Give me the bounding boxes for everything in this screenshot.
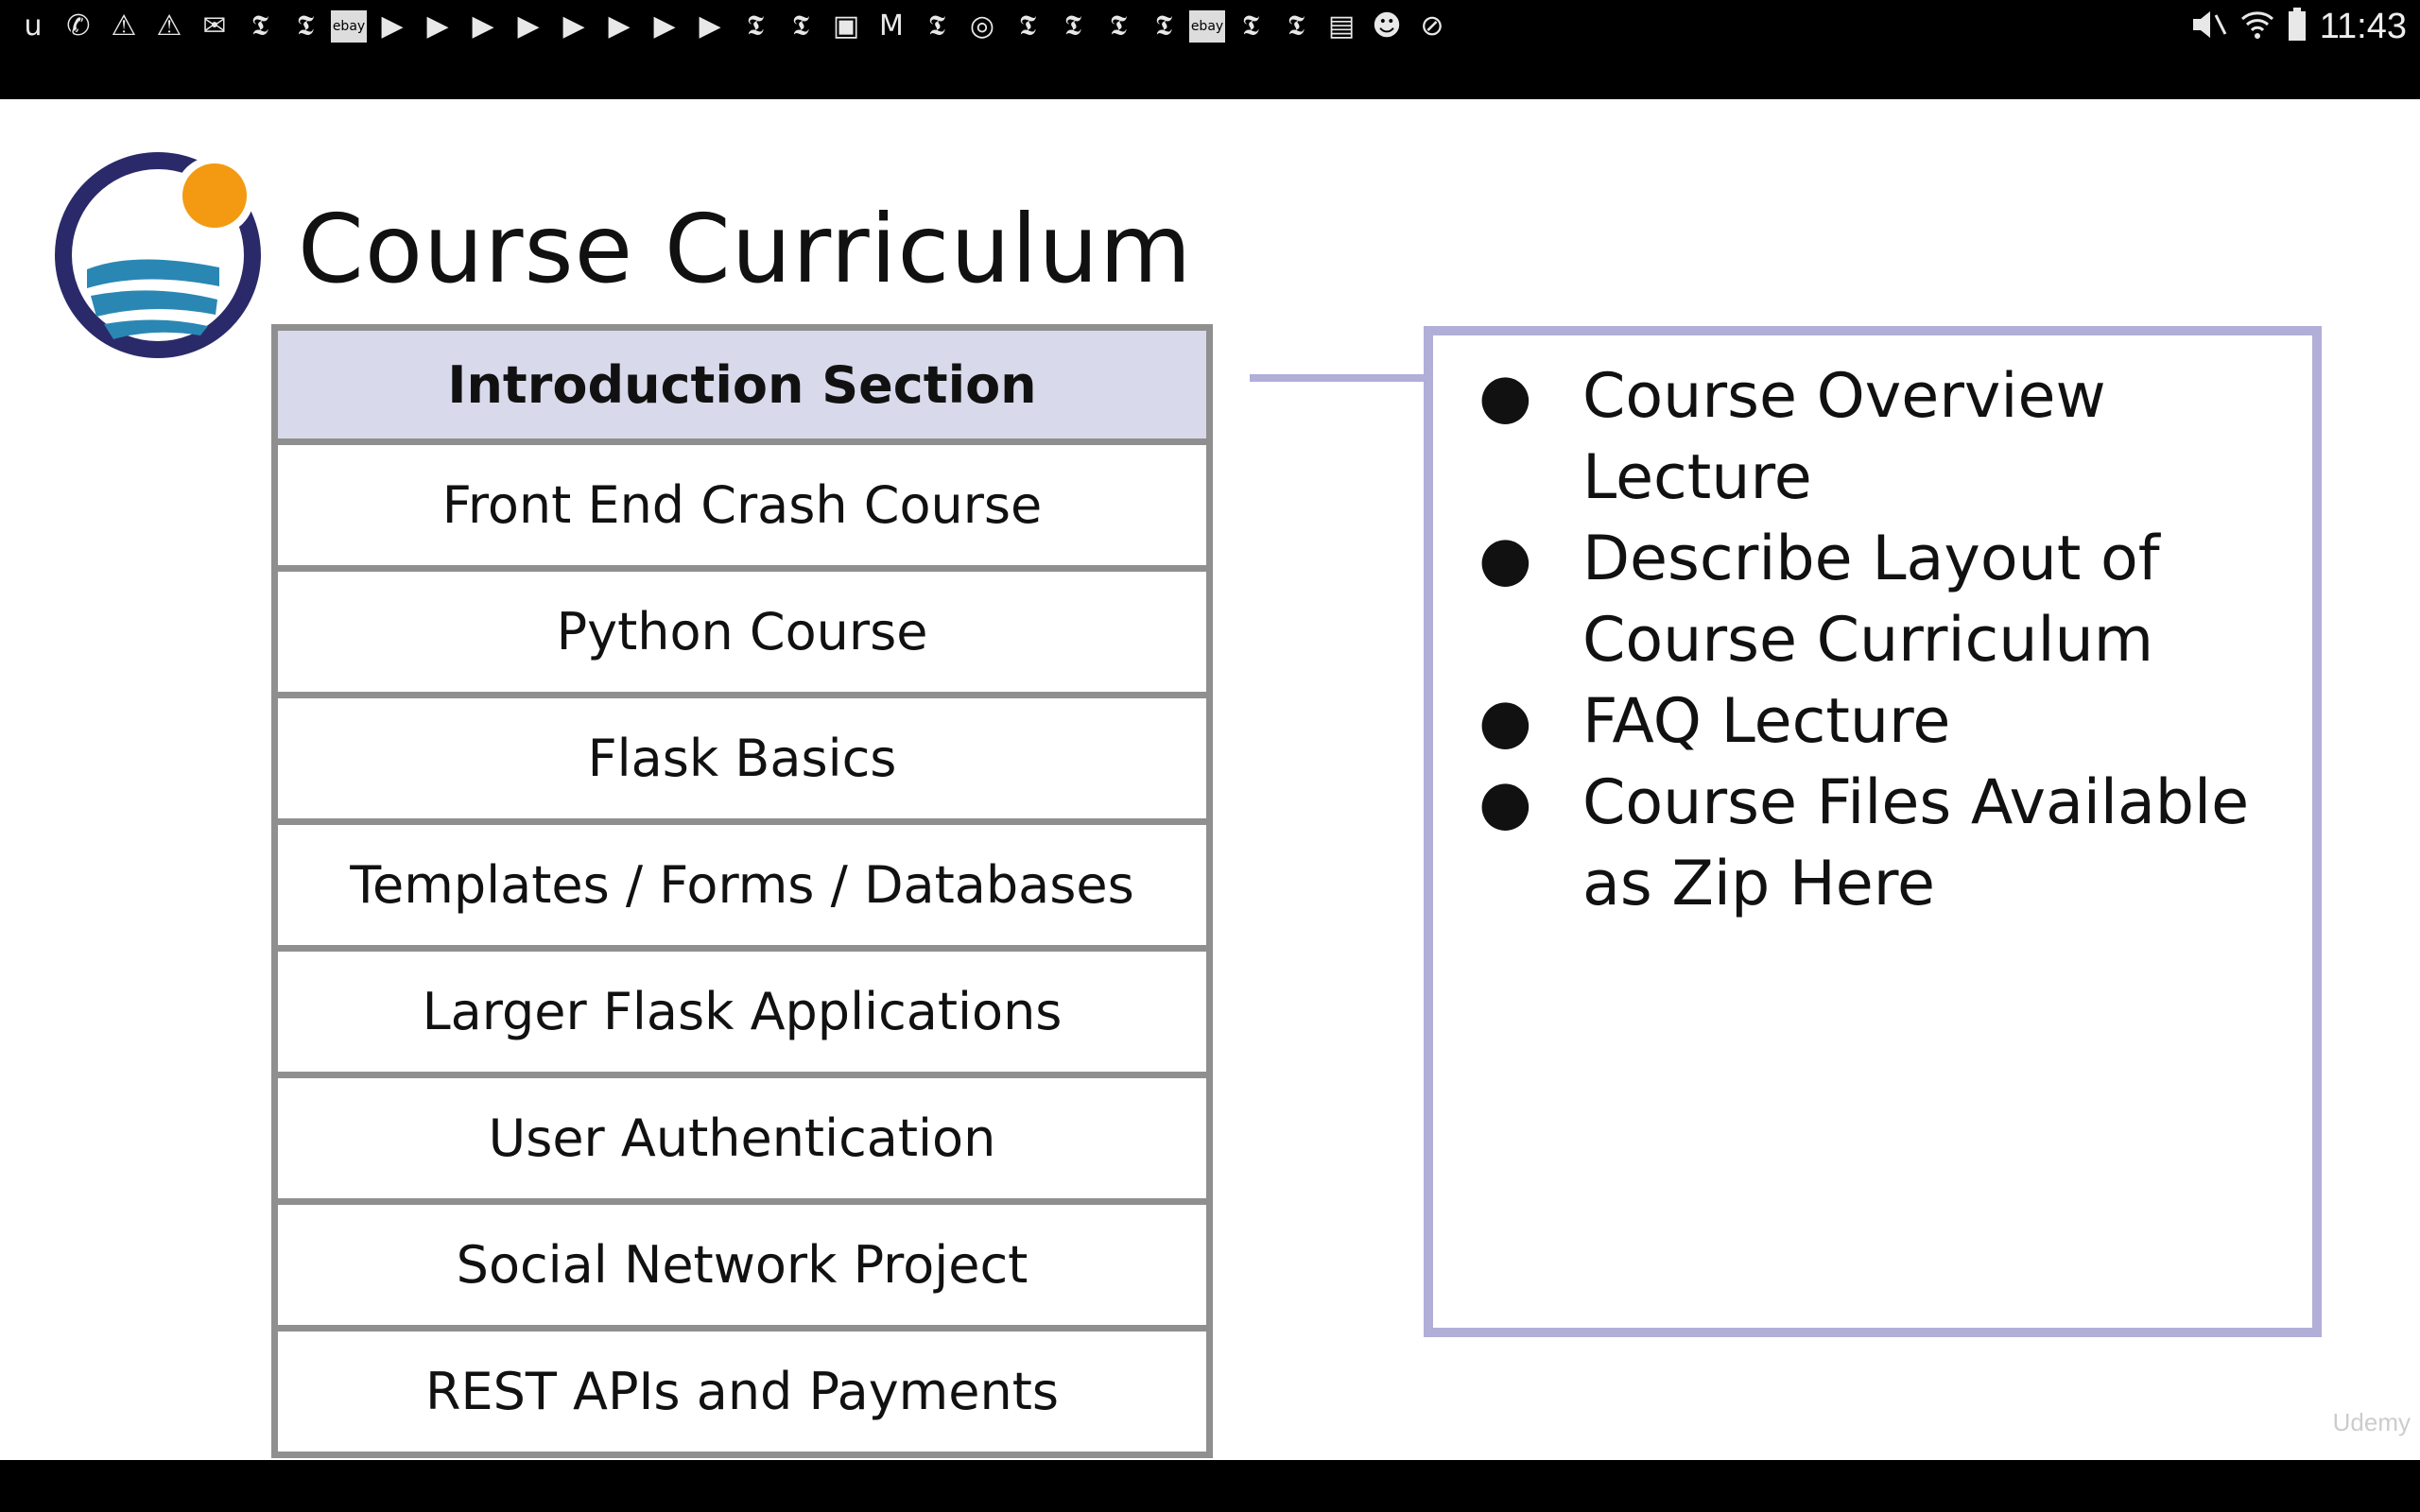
- youtube-icon: ▶: [562, 9, 585, 43]
- detail-text: Describe Layout of Course Curriculum: [1582, 524, 2160, 676]
- gmail-icon: M: [879, 9, 904, 43]
- nytimes-icon: 𝕿: [251, 9, 269, 43]
- nytimes-icon: 𝕿: [1063, 9, 1082, 43]
- youtube-icon: ▶: [381, 9, 404, 43]
- bullet-icon: ●: [1478, 524, 1532, 594]
- curriculum-row: Social Network Project: [271, 1205, 1213, 1332]
- nytimes-icon: 𝕿: [1018, 9, 1037, 43]
- battery-icon: [2288, 8, 2307, 45]
- nytimes-icon: 𝕿: [1109, 9, 1128, 43]
- page-title: Course Curriculum: [298, 194, 1193, 304]
- image-icon: ▣: [832, 9, 860, 43]
- nytimes-icon: 𝕿: [791, 9, 810, 43]
- notification-icons: u ✆ ⚠ ⚠ ✉ 𝕿 𝕿ebay ▶ ▶ ▶ ▶ ▶ ▶ ▶ ▶ 𝕿 𝕿 ▣ M 𝕿 ◎ 𝕿 𝕿 𝕿 𝕿ebay 𝕿 𝕿 ▤ ☻ ⊘: [13, 8, 1452, 45]
- detail-text: FAQ Lecture: [1582, 686, 1951, 757]
- youtube-icon: ▶: [472, 9, 494, 43]
- ebay-icon: ebay: [331, 10, 367, 43]
- status-bar: u ✆ ⚠ ⚠ ✉ 𝕿 𝕿ebay ▶ ▶ ▶ ▶ ▶ ▶ ▶ ▶ 𝕿 𝕿 ▣ M 𝕿 ◎ 𝕿 𝕿 𝕿 𝕿ebay 𝕿 𝕿 ▤ ☻ ⊘ 1…: [0, 0, 2420, 99]
- curriculum-row: REST APIs and Payments: [271, 1332, 1213, 1458]
- detail-item: ● Describe Layout of Course Curriculum: [1478, 519, 2291, 681]
- details-list: ● Course Overview Lecture ● Describe Layout…: [1478, 356, 2291, 925]
- curriculum-row: Front End Crash Course: [271, 445, 1213, 572]
- email-at-icon: ✉: [202, 9, 227, 43]
- detail-item: ● FAQ Lecture: [1478, 681, 2291, 763]
- compass-icon: ⊘: [1420, 9, 1444, 43]
- curriculum-row: Python Course: [271, 572, 1213, 698]
- bullet-icon: ●: [1478, 686, 1532, 757]
- ebay-icon: ebay: [1189, 10, 1225, 43]
- detail-text: Course Overview Lecture: [1582, 361, 2106, 513]
- nytimes-icon: 𝕿: [1154, 9, 1173, 43]
- nytimes-icon: 𝕿: [927, 9, 946, 43]
- whatsapp-icon: ✆: [66, 9, 91, 43]
- sim-card-icon: ▤: [1327, 9, 1356, 43]
- bullet-icon: ●: [1478, 767, 1532, 838]
- warning-icon: ⚠: [111, 9, 137, 43]
- section-details-box: ● Course Overview Lecture ● Describe Layout…: [1424, 326, 2322, 1337]
- warning-icon: ⚠: [156, 9, 182, 43]
- curriculum-row: Flask Basics: [271, 698, 1213, 825]
- detail-item: ● Course Files Available as Zip Here: [1478, 763, 2291, 925]
- status-indicators: 11:43: [2189, 6, 2407, 46]
- connector-line: [1250, 374, 1427, 382]
- youtube-icon: ▶: [517, 9, 540, 43]
- slide: Course Curriculum Introduction Section Fr…: [0, 99, 2420, 1460]
- detail-text: Course Files Available as Zip Here: [1582, 767, 2250, 919]
- nytimes-icon: 𝕿: [746, 9, 765, 43]
- mute-icon: [2189, 8, 2227, 45]
- curriculum-row: Larger Flask Applications: [271, 952, 1213, 1078]
- curriculum-row: Templates / Forms / Databases: [271, 825, 1213, 952]
- logo: [49, 146, 267, 364]
- youtube-icon: ▶: [653, 9, 676, 43]
- clock: 11:43: [2319, 6, 2407, 46]
- curriculum-row-active: Introduction Section: [271, 324, 1213, 445]
- nytimes-icon: 𝕿: [1287, 9, 1305, 43]
- curriculum-table: Introduction Section Front End Crash Cour…: [271, 324, 1213, 1458]
- curriculum-row: User Authentication: [271, 1078, 1213, 1205]
- youtube-icon: ▶: [608, 9, 631, 43]
- youtube-icon: ▶: [426, 9, 449, 43]
- cat-app-icon: ☻: [1372, 9, 1402, 43]
- bottom-bar: [0, 1460, 2420, 1512]
- app-u-icon: u: [24, 9, 43, 43]
- wifi-icon: [2240, 8, 2274, 45]
- nytimes-icon: 𝕿: [1241, 9, 1260, 43]
- udemy-watermark: Udemy: [2332, 1408, 2411, 1436]
- instagram-icon: ◎: [969, 9, 995, 43]
- detail-item: ● Course Overview Lecture: [1478, 356, 2291, 519]
- nytimes-icon: 𝕿: [296, 9, 315, 43]
- youtube-icon: ▶: [699, 9, 721, 43]
- bullet-icon: ●: [1478, 361, 1532, 432]
